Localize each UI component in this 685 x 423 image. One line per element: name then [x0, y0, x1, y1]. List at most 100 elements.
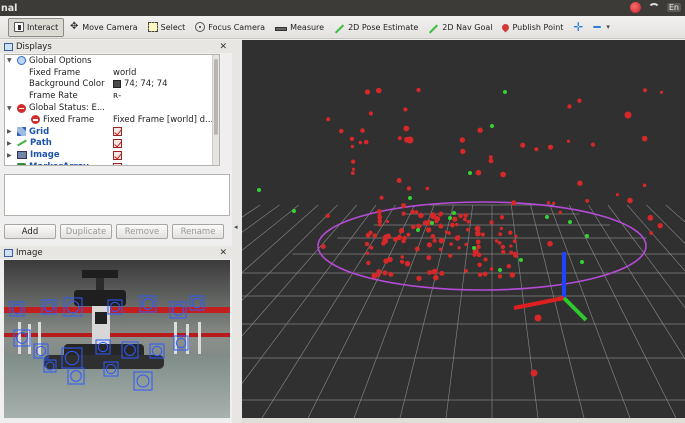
feature-point — [466, 219, 471, 224]
enable-checkbox[interactable] — [113, 138, 122, 148]
display-row[interactable]: ▶ Grid — [5, 126, 219, 138]
add-tool-button[interactable]: ✛ — [568, 18, 588, 37]
collapse-arrow-icon[interactable]: ▶ — [7, 152, 12, 159]
select-icon — [147, 22, 158, 32]
feature-point — [508, 230, 513, 235]
displays-scrollbar[interactable] — [212, 55, 219, 165]
display-row-value: ʀ- — [113, 91, 122, 102]
pose-estimate-tool-button[interactable]: 2D Pose Estimate — [329, 18, 423, 37]
select-tool-button[interactable]: Select — [143, 18, 191, 37]
publish-point-tool-button[interactable]: Publish Point — [497, 18, 568, 37]
feature-point — [647, 214, 654, 221]
feature-point — [385, 233, 392, 240]
display-row-name: Path — [30, 138, 52, 149]
feature-point — [643, 88, 647, 93]
remove-tool-menu[interactable]: ━ ▾ — [588, 18, 615, 37]
collapse-arrow-icon[interactable]: ◂ — [234, 223, 238, 231]
feature-point — [459, 137, 465, 143]
display-row-name: Fixed Frame — [43, 114, 95, 125]
interact-tool-button[interactable]: Interact — [8, 17, 65, 37]
3d-scene[interactable] — [242, 40, 685, 418]
feature-point — [456, 235, 461, 239]
feature-point — [498, 232, 503, 237]
feature-point — [350, 171, 355, 176]
display-row[interactable]: ▶ Image — [5, 149, 219, 161]
scrollbar-thumb[interactable] — [214, 59, 218, 135]
collapse-arrow-icon[interactable]: ▶ — [7, 140, 12, 147]
display-row-value-cell[interactable] — [113, 127, 125, 137]
remove-button[interactable]: Remove — [116, 224, 168, 239]
feature-point — [364, 89, 371, 95]
close-icon[interactable]: ✕ — [219, 248, 227, 258]
display-row-value-cell[interactable]: world — [113, 68, 136, 78]
feature-point — [457, 246, 461, 250]
displays-panel: Displays ✕ ▼ Global Options Fixed Frame wor… — [0, 40, 232, 244]
feature-point — [366, 260, 371, 266]
feature-point — [447, 231, 451, 235]
rename-button[interactable]: Rename — [172, 224, 224, 239]
close-icon[interactable]: ✕ — [219, 42, 227, 52]
display-row-value-cell[interactable]: ʀ- — [113, 91, 121, 101]
display-row[interactable]: ▶ MarkerArray — [5, 161, 219, 165]
collapse-arrow-icon[interactable]: ▶ — [7, 128, 12, 135]
expand-arrow-icon[interactable]: ▼ — [7, 105, 12, 112]
feature-point — [399, 259, 404, 264]
measure-tool-button[interactable]: Measure — [270, 18, 329, 37]
feature-point — [514, 234, 518, 238]
panel-splitter[interactable]: ◂ — [232, 40, 242, 423]
add-button[interactable]: Add — [4, 224, 56, 239]
feature-point — [509, 250, 514, 255]
interact-icon — [14, 22, 24, 32]
monitor-icon — [4, 42, 13, 51]
collapse-arrow-icon[interactable]: ▶ — [7, 164, 12, 165]
nav-goal-tool-button[interactable]: 2D Nav Goal — [423, 18, 497, 37]
globe-icon — [17, 56, 26, 66]
feature-point — [615, 193, 619, 197]
display-row[interactable]: Frame Rate ʀ- — [5, 90, 219, 102]
feature-point — [448, 253, 453, 258]
display-row[interactable]: ▼ Global Status: E... — [5, 102, 219, 114]
enable-checkbox[interactable] — [113, 150, 122, 160]
feature-point — [546, 201, 550, 205]
wifi-icon[interactable] — [647, 2, 660, 13]
nav-goal-icon — [429, 24, 439, 34]
display-row[interactable]: ▶ Path — [5, 138, 219, 150]
display-row[interactable]: Fixed Frame Fixed Frame [world] d... — [5, 114, 219, 126]
feature-point — [403, 107, 408, 112]
language-indicator[interactable]: En — [666, 3, 681, 12]
feature-point — [552, 201, 556, 205]
displays-tree[interactable]: ▼ Global Options Fixed Frame world Backgroun… — [4, 54, 220, 166]
window-title-bar: nal En — [0, 0, 685, 16]
status-bar — [242, 418, 685, 423]
feature-point — [488, 158, 494, 164]
move-camera-tool-button[interactable]: ✥ Move Camera — [64, 18, 142, 37]
3d-render-view[interactable] — [242, 40, 685, 418]
enable-checkbox[interactable] — [113, 162, 122, 165]
error-icon — [17, 103, 26, 113]
focus-camera-tool-button[interactable]: Focus Camera — [190, 18, 270, 37]
feature-point — [464, 269, 468, 273]
feature-point — [378, 222, 382, 227]
feature-point — [358, 140, 362, 145]
display-row-value-cell[interactable]: Fixed Frame [world] d... — [113, 115, 213, 125]
display-row[interactable]: Fixed Frame world — [5, 67, 219, 79]
display-row-value-cell[interactable] — [113, 150, 125, 160]
feature-point — [590, 142, 596, 147]
expand-arrow-icon[interactable]: ▼ — [7, 57, 12, 64]
display-row-value-cell[interactable] — [113, 138, 125, 148]
duplicate-button[interactable]: Duplicate — [60, 224, 112, 239]
display-row[interactable]: Background Color 74; 74; 74 — [5, 79, 219, 91]
feature-point — [506, 264, 512, 269]
keyframe-point — [585, 234, 589, 238]
feature-point — [339, 128, 344, 134]
display-row-value-cell[interactable] — [113, 162, 125, 165]
rviz-record-icon[interactable] — [629, 2, 641, 13]
feature-point — [499, 215, 505, 220]
display-row[interactable]: ▼ Global Options — [5, 55, 219, 67]
enable-checkbox[interactable] — [113, 127, 122, 137]
display-row-value-cell[interactable]: 74; 74; 74 — [113, 79, 168, 89]
feature-point — [530, 369, 538, 377]
feature-point — [455, 222, 459, 227]
display-row-name: Background Color — [29, 79, 105, 90]
feature-point — [438, 223, 444, 229]
